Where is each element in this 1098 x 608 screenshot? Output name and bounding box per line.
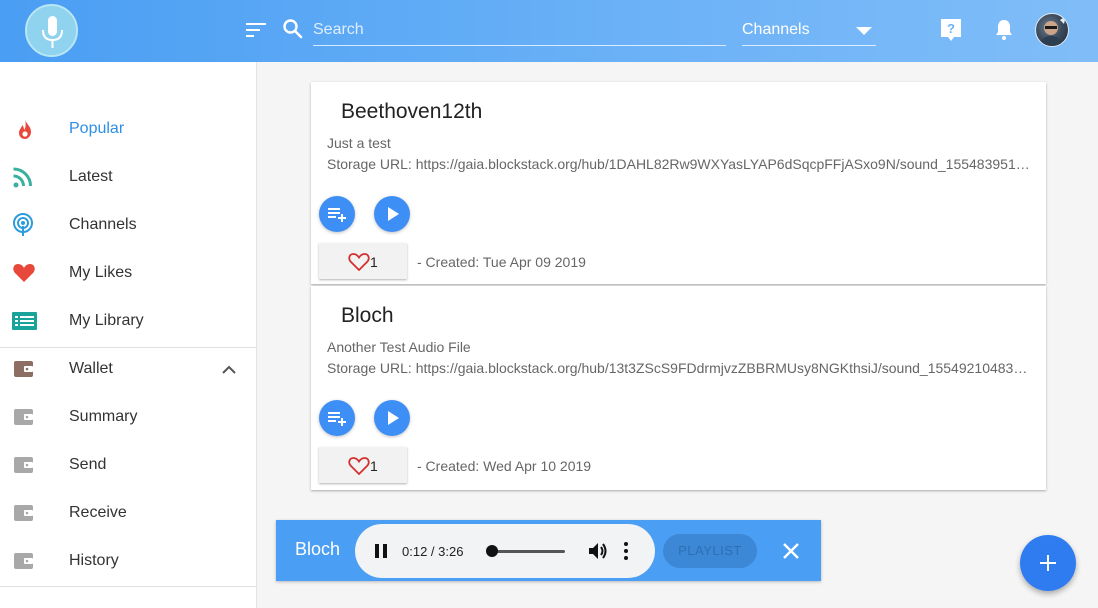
help-icon[interactable]: ? — [940, 18, 962, 42]
add-to-playlist-button[interactable] — [319, 400, 355, 436]
playlist-button[interactable]: PLAYLIST — [663, 534, 757, 568]
sidebar-item-label: Popular — [69, 120, 125, 137]
sidebar-item-summary[interactable]: Summary — [0, 393, 257, 441]
storage-url: Storage URL: https://gaia.blockstack.org… — [327, 156, 1033, 172]
play-icon — [388, 207, 399, 221]
playback-time: 0:12 / 3:26 — [402, 544, 464, 559]
microphone-logo-icon[interactable] — [25, 4, 78, 57]
audio-player-bar: Bloch 0:12 / 3:26 PLAYLIST — [276, 520, 821, 581]
wallet-icon — [12, 549, 38, 573]
rss-feed-icon — [12, 165, 38, 189]
audio-controls: 0:12 / 3:26 — [355, 524, 655, 578]
channels-select[interactable]: Channels — [742, 14, 876, 46]
more-options-icon[interactable] — [623, 541, 629, 561]
play-button[interactable] — [374, 196, 410, 232]
volume-icon[interactable] — [587, 541, 609, 561]
channels-select-label: Channels — [742, 21, 810, 38]
like-button[interactable]: 1 — [319, 243, 407, 279]
sidebar-item-wallet[interactable]: Wallet — [0, 345, 257, 393]
add-audio-button[interactable] — [1020, 535, 1076, 591]
sidebar: Popular Latest Channels My Likes My Libr… — [0, 62, 257, 608]
heart-outline-icon — [348, 457, 370, 475]
sidebar-item-label: Latest — [69, 168, 113, 185]
app-bar: Channels ? — [0, 0, 1098, 62]
library-list-icon — [12, 309, 38, 333]
sidebar-item-label: My Likes — [69, 264, 133, 281]
play-button[interactable] — [374, 400, 410, 436]
like-count: 1 — [370, 458, 378, 474]
notifications-bell-icon[interactable] — [992, 18, 1016, 42]
menu-sort-icon[interactable] — [246, 20, 268, 40]
user-avatar[interactable] — [1035, 13, 1069, 47]
like-button[interactable]: 1 — [319, 447, 407, 483]
search-input[interactable] — [313, 14, 726, 46]
sidebar-item-label: Wallet — [69, 360, 113, 377]
sidebar-item-channels[interactable]: Channels — [0, 201, 257, 249]
wallet-icon — [12, 453, 38, 477]
heart-outline-icon — [348, 253, 370, 271]
sidebar-item-receive[interactable]: Receive — [0, 489, 257, 537]
dropdown-arrow-icon — [856, 27, 872, 35]
pause-icon[interactable] — [373, 543, 389, 559]
add-to-playlist-button[interactable] — [319, 196, 355, 232]
audio-card: Bloch Another Test Audio File Storage UR… — [311, 286, 1046, 490]
sidebar-item-label: My Library — [69, 312, 144, 329]
playlist-add-icon — [328, 412, 346, 426]
sidebar-item-label: Summary — [69, 408, 138, 425]
audio-description: Another Test Audio File — [327, 339, 471, 355]
like-count: 1 — [370, 254, 378, 270]
wallet-icon — [12, 501, 38, 525]
wallet-icon — [12, 357, 38, 381]
audio-title: Beethoven12th — [341, 100, 483, 123]
audio-title: Bloch — [341, 304, 394, 327]
sidebar-item-latest[interactable]: Latest — [0, 153, 257, 201]
sidebar-item-history[interactable]: History — [0, 537, 257, 585]
sidebar-divider — [0, 586, 257, 587]
seek-bar[interactable] — [487, 550, 565, 553]
search-icon — [282, 18, 304, 40]
heart-icon — [12, 261, 38, 285]
sidebar-item-label: Receive — [69, 504, 127, 521]
close-icon[interactable] — [782, 542, 800, 560]
now-playing-title: Bloch — [295, 539, 341, 559]
storage-url: Storage URL: https://gaia.blockstack.org… — [327, 360, 1028, 376]
svg-text:?: ? — [947, 21, 955, 36]
created-date: - Created: Wed Apr 10 2019 — [417, 458, 592, 474]
sidebar-item-popular[interactable]: Popular — [0, 105, 257, 153]
sidebar-item-label: Send — [69, 456, 107, 473]
audio-description: Just a test — [327, 135, 391, 151]
seek-knob[interactable] — [485, 545, 498, 557]
sidebar-item-my-likes[interactable]: My Likes — [0, 249, 257, 297]
sidebar-item-send[interactable]: Send — [0, 441, 257, 489]
audio-card: Beethoven12th Just a test Storage URL: h… — [311, 82, 1046, 284]
wallet-icon — [12, 405, 38, 429]
plus-icon — [1040, 555, 1056, 571]
play-icon — [388, 411, 399, 425]
playlist-add-icon — [328, 208, 346, 222]
chevron-up-icon[interactable] — [220, 362, 238, 374]
sidebar-item-my-library[interactable]: My Library — [0, 297, 257, 345]
fire-icon — [12, 117, 38, 141]
sidebar-item-label: Channels — [69, 216, 137, 233]
podcast-icon — [12, 213, 38, 237]
created-date: - Created: Tue Apr 09 2019 — [417, 254, 586, 270]
sidebar-item-label: History — [69, 552, 119, 569]
